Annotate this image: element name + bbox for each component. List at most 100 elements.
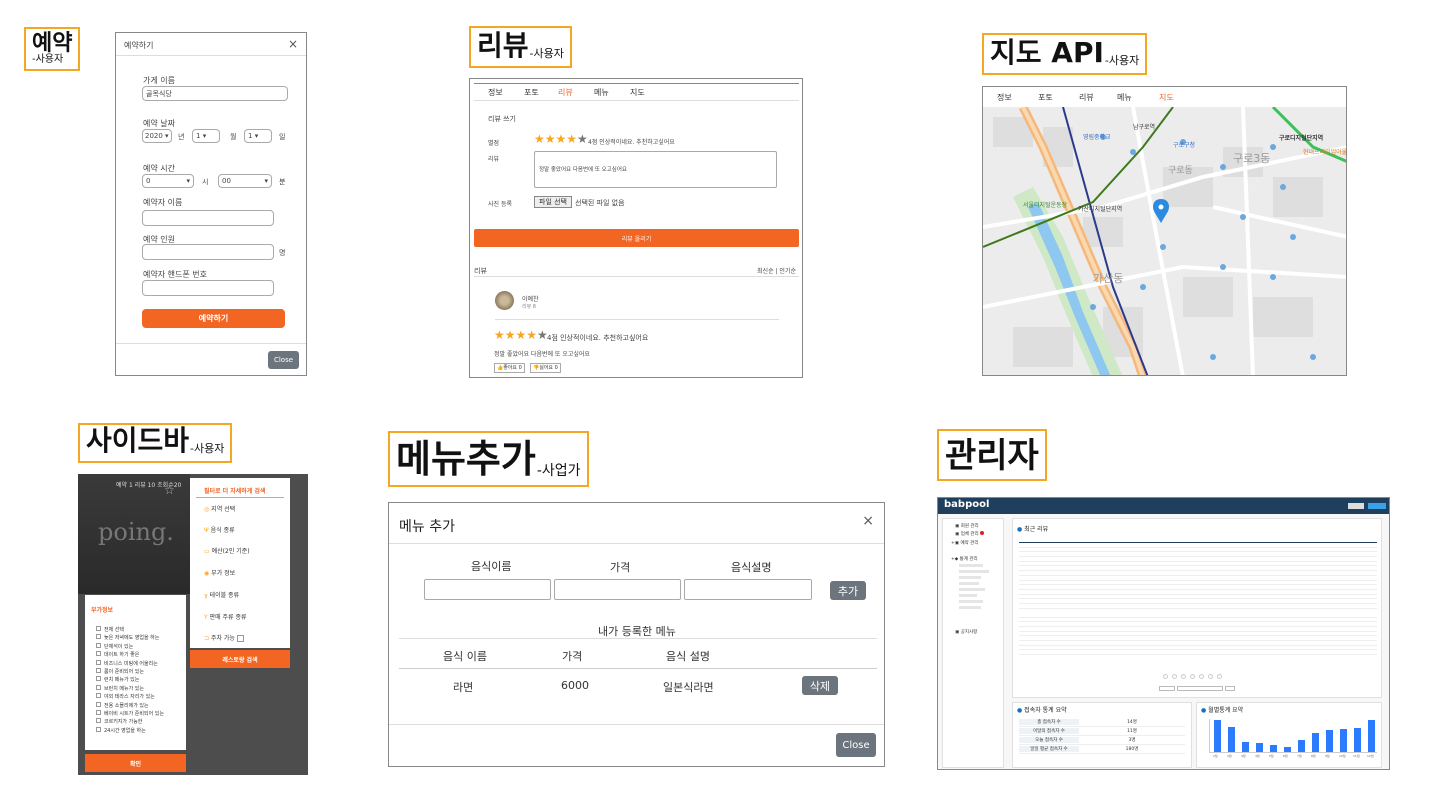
- star-icon[interactable]: ★★★★: [534, 132, 577, 146]
- admin-logo[interactable]: babpool: [944, 499, 989, 510]
- pagination[interactable]: [1163, 674, 1233, 679]
- filter-item-drinks[interactable]: Y 판매 주류 종류: [204, 612, 247, 621]
- admin-side-item[interactable]: ▣ 공지사항: [955, 629, 977, 635]
- recent-review-title: ● 최근 리뷰: [1017, 526, 1049, 533]
- price-input[interactable]: [554, 579, 681, 600]
- description-input[interactable]: [684, 579, 812, 600]
- restaurant-search-button[interactable]: 레스토랑 검색: [190, 650, 290, 668]
- topbar-button[interactable]: [1368, 503, 1386, 509]
- tab-map[interactable]: 지도: [1159, 92, 1174, 103]
- chart-tick-label: 5월: [1269, 754, 1274, 758]
- reserve-header: 예약하기: [124, 41, 154, 50]
- month-select[interactable]: 1 ▾: [192, 129, 220, 143]
- checkbox-item[interactable]: 야외 테라스 자리가 있는: [96, 693, 164, 701]
- confirm-button[interactable]: 확인: [85, 754, 186, 772]
- checkbox-item[interactable]: 런치 메뉴가 있는: [96, 676, 164, 684]
- title-sidebar: 사이드바 -사용자: [78, 423, 233, 463]
- tab-photo[interactable]: 포토: [1038, 92, 1053, 103]
- checkbox-item[interactable]: 코르키지가 가능한: [96, 718, 164, 726]
- checkbox-item[interactable]: 브런치 메뉴가 있는: [96, 684, 164, 693]
- chart-bar: [1227, 726, 1235, 752]
- checkbox-item[interactable]: 룸이 준비되어 있는: [96, 668, 164, 676]
- close-icon[interactable]: ×: [862, 513, 874, 529]
- checkbox-item[interactable]: 단체석이 있는: [96, 642, 164, 651]
- title-admin: 관리자: [937, 429, 1047, 481]
- monthly-card: ● 월별통계 요약 1월 2월 3월 4월 5월 6월 7월 8월 9월 10월 11월 12월: [1196, 702, 1382, 768]
- map-label: 구로구청: [1173, 142, 1195, 149]
- filter-item-extra[interactable]: ◉ 부가 정보: [204, 568, 235, 577]
- close-button[interactable]: Close: [268, 351, 299, 369]
- checkbox-item[interactable]: 베이비 시트가 준비되어 있는: [96, 710, 164, 718]
- minute-select[interactable]: 00 ▾: [218, 174, 272, 188]
- delete-button[interactable]: 삭제: [802, 676, 838, 695]
- name-input[interactable]: [142, 210, 274, 226]
- chart-tick-label: 12월: [1367, 754, 1374, 758]
- admin-side-item[interactable]: ▣ 회원 관리: [955, 523, 979, 529]
- filter-item-table[interactable]: ╥ 테이블 종류: [204, 590, 239, 599]
- checkbox-item[interactable]: 데이트 하기 좋은: [96, 651, 164, 659]
- tab-info[interactable]: 정보: [997, 92, 1012, 103]
- sidebar-panel: 예약 1 리뷰 10 조회수20 poing. ☆ 필터로 더 자세하게 검색 …: [78, 474, 308, 775]
- year-select[interactable]: 2020 ▾: [142, 129, 172, 143]
- star-icon[interactable]: ★: [577, 132, 588, 146]
- topbar-button[interactable]: [1348, 503, 1364, 509]
- parking-checkbox[interactable]: [236, 635, 244, 642]
- cell-desc: 일본식라면: [663, 681, 714, 694]
- like-button[interactable]: 👍좋아요 0: [494, 363, 525, 373]
- chart-bar: [1255, 742, 1263, 752]
- review-list-title: 리뷰: [474, 267, 487, 275]
- reserve-submit-button[interactable]: 예약하기: [142, 309, 285, 328]
- file-select-button[interactable]: 파일 선택: [534, 196, 572, 208]
- tab-menu[interactable]: 메뉴: [1117, 92, 1132, 103]
- chart-bar: [1325, 729, 1333, 752]
- checkbox-item[interactable]: 전용 소믈리에가 있는: [96, 701, 164, 710]
- add-menu-button[interactable]: 추가: [830, 581, 866, 600]
- tab-review[interactable]: 리뷰: [558, 87, 573, 98]
- sort-links[interactable]: 최신순 | 인기순: [757, 266, 796, 275]
- bookmark-star-icon[interactable]: ☆: [164, 483, 175, 497]
- checkbox-item[interactable]: 24시간 영업을 하는: [96, 726, 164, 735]
- dislike-button[interactable]: 👎싫어요 0: [530, 363, 561, 373]
- chart-bar: [1283, 746, 1291, 752]
- food-name-input[interactable]: [424, 579, 551, 600]
- tab-photo[interactable]: 포토: [524, 87, 539, 98]
- wallet-icon: ▭: [204, 548, 210, 555]
- filter-item-budget[interactable]: ▭ 예산(2인 기준): [204, 546, 250, 555]
- rating-stars[interactable]: ★★★★★: [534, 133, 588, 145]
- tab-bar: 정보 포토 리뷰 메뉴 지도: [470, 79, 802, 99]
- map-canvas[interactable]: 가산디지털단지역 구로3동 가산동 구로디지털단지역 서울디지털운동장 남구로역…: [983, 107, 1347, 376]
- divider: [495, 319, 779, 320]
- hour-unit: 시: [202, 178, 209, 186]
- checkbox-item[interactable]: 늦은 저녁에도 영업을 하는: [96, 634, 164, 642]
- chart-tick-label: 9월: [1325, 754, 1330, 758]
- admin-side-item[interactable]: ▣ 업체 관리: [955, 531, 985, 537]
- filter-item-parking[interactable]: ⊐ 주차 가능: [204, 633, 244, 642]
- checkbox-item[interactable]: 비즈니스 미팅에 어울리는: [96, 659, 164, 668]
- people-input[interactable]: [142, 244, 274, 260]
- phone-input[interactable]: [142, 280, 274, 296]
- review-textarea[interactable]: 정말 좋았어요 다음번에 또 오고싶어요: [534, 151, 777, 188]
- search-bar[interactable]: [1159, 686, 1239, 691]
- col-name-label: 음식이름: [471, 560, 512, 573]
- chart-icon: +◆: [951, 557, 959, 562]
- admin-side-item[interactable]: +▣ 예약 관리: [951, 540, 978, 546]
- admin-side-item[interactable]: +◆ 통계 관리: [951, 556, 978, 562]
- tab-map[interactable]: 지도: [630, 87, 645, 98]
- review-table: [1019, 539, 1377, 669]
- tab-menu[interactable]: 메뉴: [594, 87, 609, 98]
- day-select[interactable]: 1 ▾: [244, 129, 272, 143]
- review-submit-button[interactable]: 리뷰 올리기: [474, 229, 799, 247]
- tab-info[interactable]: 정보: [488, 87, 503, 98]
- store-input[interactable]: 골목식당: [142, 86, 288, 101]
- hour-select[interactable]: 0 ▾: [142, 174, 194, 188]
- chart-bar: [1353, 728, 1361, 752]
- chart-bar: [1367, 719, 1375, 752]
- close-icon[interactable]: ×: [288, 37, 298, 51]
- tab-review[interactable]: 리뷰: [1079, 92, 1094, 103]
- checkbox-item[interactable]: 전체 선택: [96, 626, 164, 634]
- filter-item-region[interactable]: ◎ 지역 선택: [204, 504, 235, 513]
- reserve-modal: 예약하기 × 가게 이름 골목식당 예약 날짜 2020 ▾ 년 1 ▾ 월 1…: [115, 32, 307, 376]
- divider: [389, 543, 884, 544]
- filter-item-food[interactable]: Ψ 음식 종류: [204, 525, 235, 534]
- close-button[interactable]: Close: [836, 733, 876, 757]
